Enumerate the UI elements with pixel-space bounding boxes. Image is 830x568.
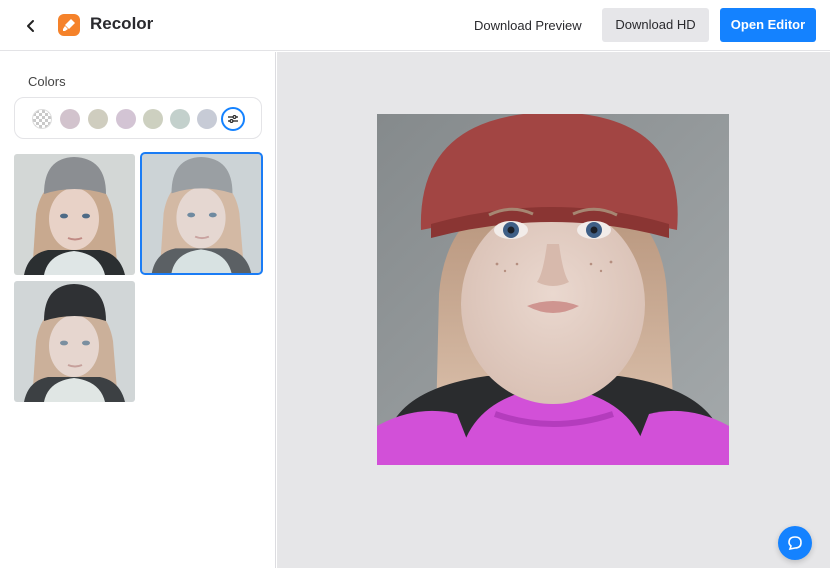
- preview-image: [377, 114, 729, 465]
- portrait-image: [377, 114, 729, 465]
- variant-image: [142, 154, 261, 273]
- help-chat-button[interactable]: [778, 526, 812, 560]
- sliders-icon: [228, 115, 238, 123]
- top-bar: Recolor Download Preview Download HD Ope…: [0, 0, 830, 51]
- variant-thumbnail-1[interactable]: [14, 154, 135, 275]
- variant-thumbnail-3[interactable]: [14, 281, 135, 402]
- download-preview-button[interactable]: Download Preview: [464, 9, 592, 42]
- swatch-sage[interactable]: [143, 109, 163, 129]
- sidebar: Colors: [0, 52, 276, 568]
- colors-heading: Colors: [28, 74, 66, 89]
- swatch-mauve[interactable]: [60, 109, 80, 129]
- chat-bubble-icon: [788, 536, 802, 551]
- variant-image: [14, 281, 135, 402]
- back-button[interactable]: [18, 13, 44, 39]
- color-settings-button[interactable]: [221, 107, 245, 131]
- color-swatch-bar: [14, 97, 262, 139]
- swatch-blue-grey[interactable]: [197, 109, 217, 129]
- brush-icon: [63, 19, 75, 31]
- recolor-logo: [58, 14, 80, 36]
- variant-thumbnail-2[interactable]: [140, 152, 263, 275]
- page-title: Recolor: [90, 14, 154, 33]
- swatch-beige-grey[interactable]: [88, 109, 108, 129]
- chevron-left-icon: [27, 20, 34, 32]
- swatch-lilac[interactable]: [116, 109, 136, 129]
- open-editor-button[interactable]: Open Editor: [720, 8, 816, 42]
- preview-canvas: [277, 52, 830, 568]
- swatch-transparent[interactable]: [32, 109, 52, 129]
- variant-image: [14, 154, 135, 275]
- download-hd-button[interactable]: Download HD: [602, 8, 709, 42]
- swatch-grey-mint[interactable]: [170, 109, 190, 129]
